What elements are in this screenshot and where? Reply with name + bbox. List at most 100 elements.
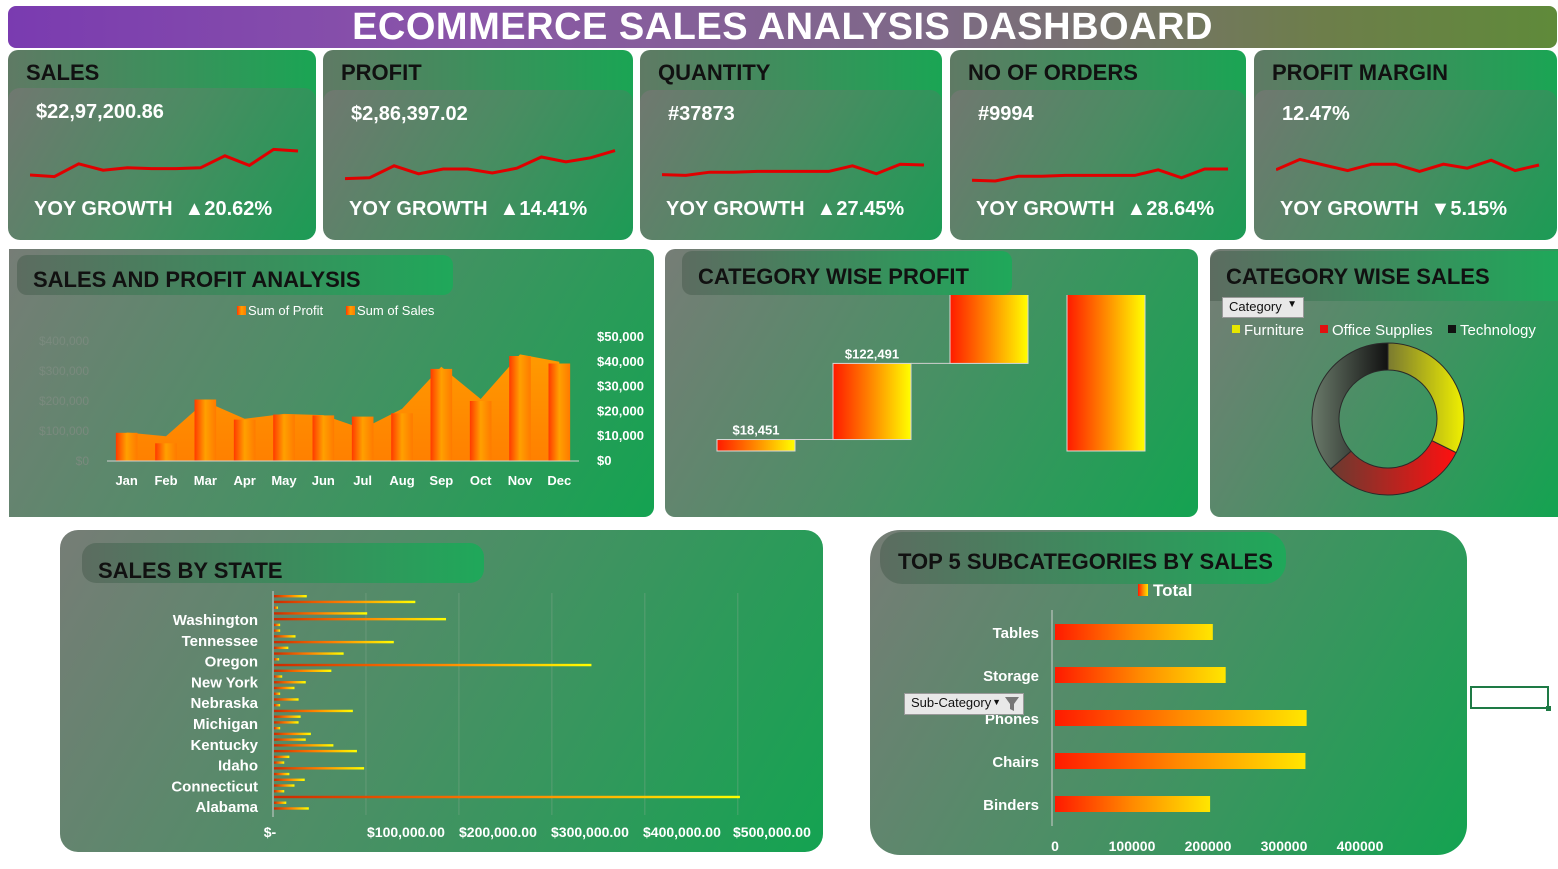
yoy-value: 20.62% — [204, 198, 273, 220]
state-label: Kentucky — [190, 737, 258, 754]
state-bar — [274, 600, 416, 604]
kpi-label: QUANTITY — [658, 60, 771, 85]
state-bar — [274, 801, 287, 804]
legend-label: Furniture — [1244, 322, 1304, 339]
x-axis-tick: $100,000.00 — [367, 824, 445, 840]
state-bar — [274, 629, 281, 632]
legend-label: Total — [1153, 581, 1192, 600]
category-filter-dropdown[interactable]: Category ▼ — [1222, 297, 1304, 318]
sales-by-state-chart: Washington Tennessee Oregon New York Nebrask… — [171, 591, 811, 840]
category-profit-chart: $18,451$122,491$145,455$286,397 — [716, 295, 1146, 452]
kpi-value: #37873 — [668, 103, 735, 125]
state-bar — [274, 744, 334, 747]
subcategory-label: Storage — [983, 668, 1039, 685]
state-label: Alabama — [195, 799, 258, 816]
sales-bar — [273, 414, 295, 461]
legend-label: Office Supplies — [1332, 322, 1433, 339]
state-bar — [274, 663, 592, 667]
sales-profit-panel: SALES AND PROFIT ANALYSIS Sum of Profit S… — [9, 249, 654, 517]
state-label: Connecticut — [171, 778, 258, 795]
category-profit-panel: CATEGORY WISE PROFIT $18,451$122,491$145… — [665, 249, 1198, 517]
state-bar — [274, 704, 281, 707]
sales-bar — [194, 399, 217, 461]
chevron-down-icon: ▼ — [1287, 299, 1297, 310]
x-axis-tick: $400,000.00 — [643, 824, 721, 840]
state-bar — [274, 635, 296, 638]
state-bar — [274, 652, 344, 655]
legend-profit-label: Sum of Profit — [248, 303, 324, 318]
x-axis-tick: 400000 — [1337, 838, 1384, 854]
legend-label: Technology — [1460, 322, 1536, 339]
x-axis-tick: $300,000.00 — [551, 824, 629, 840]
sales-by-state-panel: SALES BY STATE Washington Tennessee Oregon… — [60, 530, 823, 852]
waterfall-data-label: $18,451 — [733, 423, 780, 438]
yoy-label: YOY GROWTH — [349, 198, 488, 220]
waterfall-bar — [832, 362, 912, 441]
x-axis-tick: Jun — [312, 473, 335, 488]
yoy-value: 14.41% — [519, 198, 588, 220]
state-label: Tennessee — [182, 633, 258, 650]
sales-bar — [469, 401, 492, 461]
right-axis-tick: $0 — [597, 453, 611, 468]
fill-handle[interactable] — [1546, 706, 1551, 711]
state-label: Michigan — [193, 716, 258, 733]
state-bar — [274, 795, 740, 799]
top5-panel: TOP 5 SUBCATEGORIES BY SALES Total Tables… — [870, 530, 1467, 855]
state-label: Washington — [173, 612, 258, 629]
state-bar — [274, 692, 281, 695]
chevron-down-icon: ▼ — [992, 697, 1001, 707]
kpi-sparkline — [1276, 157, 1540, 173]
sales-bar — [155, 443, 177, 461]
state-bar — [274, 772, 290, 776]
kpi-sparkline — [972, 167, 1228, 183]
sales-profit-chart: Sum of Profit Sum of Sales $0 $100,000 $200,… — [39, 303, 644, 488]
sales-bar — [115, 432, 138, 461]
selected-cell[interactable] — [1470, 686, 1549, 709]
state-bar — [274, 617, 447, 621]
state-bar — [274, 606, 278, 609]
state-bar — [274, 612, 368, 615]
kpi-value: $2,86,397.02 — [351, 103, 468, 125]
legend-swatch — [1320, 325, 1328, 333]
state-bar — [274, 784, 295, 787]
state-bar — [274, 715, 301, 718]
kpi-sparkline — [30, 147, 299, 179]
x-axis-tick: 200000 — [1185, 838, 1232, 854]
state-bar — [274, 726, 281, 730]
x-axis-tick: Sep — [429, 473, 453, 488]
state-bar — [274, 761, 285, 764]
dashboard-title: ECOMMERCE SALES ANALYSIS DASHBOARD — [8, 6, 1557, 48]
state-bar — [274, 721, 299, 724]
x-axis-tick: Apr — [233, 473, 255, 488]
subcategory-bar — [1055, 667, 1226, 683]
kpi-card-2: #37873 YOY GROWTH ▲27.45% — [640, 90, 942, 240]
state-bar — [274, 686, 295, 690]
sales-by-state-title: SALES BY STATE — [82, 543, 484, 583]
state-bar — [274, 646, 289, 650]
sales-bar — [509, 356, 531, 461]
kpi-label: NO OF ORDERS — [968, 60, 1138, 85]
state-bar — [274, 790, 285, 793]
x-axis-tick: Dec — [547, 473, 571, 488]
x-axis-tick: May — [271, 473, 297, 488]
state-bar — [274, 698, 299, 701]
kpi-sparkline — [345, 149, 616, 181]
state-bar — [274, 807, 309, 810]
state-bar — [274, 738, 306, 741]
x-axis-tick: 300000 — [1261, 838, 1308, 854]
state-bar — [274, 595, 307, 598]
kpi-value: #9994 — [978, 103, 1034, 125]
state-bar — [274, 623, 281, 627]
waterfall-bar — [716, 439, 796, 452]
sales-bar — [312, 415, 335, 461]
state-bar — [274, 709, 353, 713]
subcategory-filter-dropdown[interactable]: Sub-Category ▼ — [904, 693, 1024, 715]
state-bar — [274, 755, 290, 759]
sales-bar — [391, 413, 413, 461]
arrow-up-icon: ▲ — [1126, 198, 1147, 220]
yoy-label: YOY GROWTH — [976, 198, 1115, 220]
yoy-label: YOY GROWTH — [666, 198, 805, 220]
waterfall-data-label: $122,491 — [845, 346, 899, 361]
kpi-yoy-growth: YOY GROWTH ▲28.64% — [976, 198, 1214, 221]
state-bar — [274, 669, 332, 672]
